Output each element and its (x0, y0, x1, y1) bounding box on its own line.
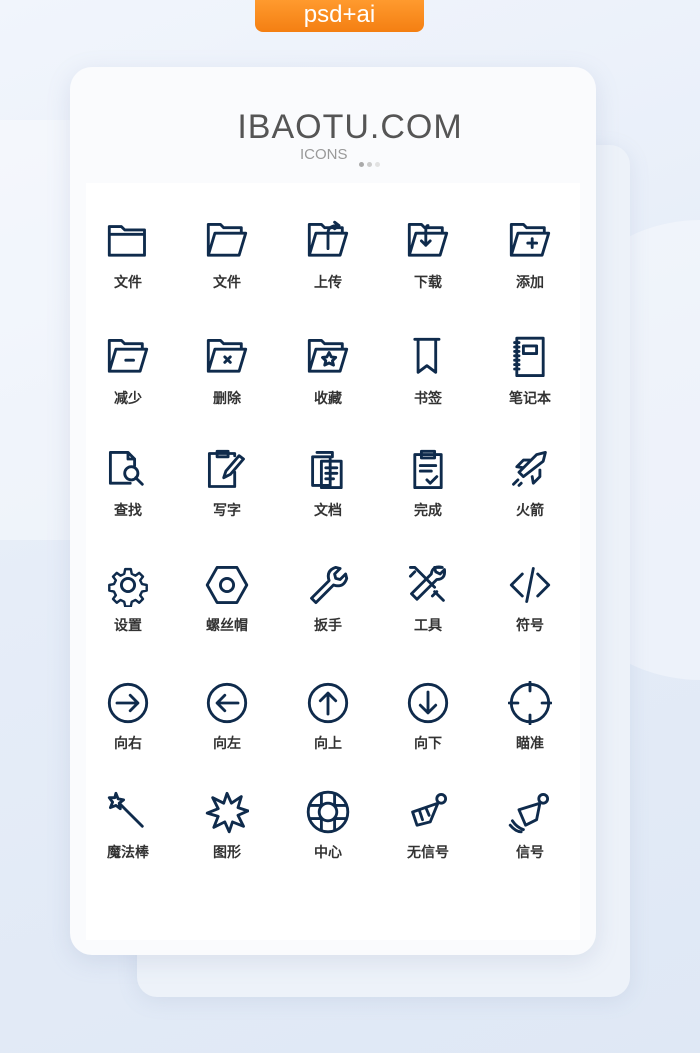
tools-icon (408, 565, 447, 602)
icon-tile[interactable]: 减少 (78, 336, 178, 408)
edit-icon (207, 449, 245, 488)
page-subtitle: ICONS (300, 146, 348, 163)
icon-label: 设置 (114, 618, 142, 634)
icon-tile[interactable]: 信号 (480, 790, 580, 862)
shuttlecock-signal-icon (508, 792, 550, 834)
icon-label: 螺丝帽 (206, 618, 248, 634)
icon-tile[interactable]: 中心 (278, 790, 378, 862)
icon-label: 文档 (314, 503, 342, 519)
hex-nut-icon (205, 565, 249, 605)
folder-icon (107, 225, 146, 257)
clipboard-check-icon (413, 449, 443, 490)
page-title: IBAOTU.COM (237, 108, 463, 146)
icon-tile[interactable]: 扳手 (278, 563, 378, 635)
icon-tile[interactable]: 螺丝帽 (177, 563, 277, 635)
icon-tile[interactable]: 删除 (177, 336, 277, 408)
icon-label: 图形 (213, 845, 241, 861)
icon-label: 符号 (516, 618, 544, 634)
icon-label: 上传 (314, 275, 342, 291)
icon-tile[interactable]: 写字 (177, 448, 277, 520)
arrow-left-circle-icon (206, 682, 248, 724)
crosshair-icon (508, 681, 552, 725)
lifebuoy-icon (306, 790, 350, 834)
icon-label: 工具 (414, 618, 442, 634)
icon-tile[interactable]: 工具 (378, 563, 478, 635)
icon-tile[interactable]: 上传 (278, 220, 378, 292)
folder-open-icon (206, 222, 248, 257)
icon-tile[interactable]: 设置 (78, 563, 178, 635)
arrow-right-circle-icon (107, 682, 149, 724)
icon-tile[interactable]: 向下 (378, 681, 478, 753)
icon-label: 下载 (414, 275, 442, 291)
gear-icon (108, 567, 148, 607)
icon-label: 笔记本 (509, 391, 551, 407)
dots-decoration (359, 152, 383, 171)
icon-label: 文件 (213, 275, 241, 291)
icon-tile[interactable]: 完成 (378, 448, 478, 520)
icon-label: 添加 (516, 275, 544, 291)
burst-shape-icon (205, 791, 249, 834)
folder-upload-icon (307, 220, 349, 257)
folder-minus-icon (107, 338, 149, 373)
documents-icon (311, 450, 343, 490)
icon-tile[interactable]: 向上 (278, 681, 378, 753)
icon-label: 火箭 (516, 503, 544, 519)
folder-download-icon (407, 222, 449, 257)
icon-tile[interactable]: 符号 (480, 563, 580, 635)
icon-tile[interactable]: 火箭 (480, 448, 580, 520)
icon-label: 扳手 (314, 618, 342, 634)
rocket-icon (512, 450, 547, 487)
icon-tile[interactable]: 文档 (278, 448, 378, 520)
format-badge: psd+ai (255, 0, 424, 32)
icon-tile[interactable]: 文件 (177, 220, 277, 292)
icon-label: 删除 (213, 391, 241, 407)
icon-tile[interactable]: 查找 (78, 448, 178, 520)
icon-label: 完成 (414, 503, 442, 519)
file-search-icon (108, 450, 144, 486)
bookmark-icon (413, 337, 441, 374)
icon-tile[interactable]: 无信号 (378, 790, 478, 862)
icon-label: 向右 (114, 736, 142, 752)
icon-tile[interactable]: 向右 (78, 681, 178, 753)
magic-wand-icon (107, 791, 144, 828)
icon-label: 减少 (114, 391, 142, 407)
icon-tile[interactable]: 向左 (177, 681, 277, 753)
icon-label: 查找 (114, 503, 142, 519)
icon-label: 向左 (213, 736, 241, 752)
folder-delete-icon (206, 338, 248, 373)
icon-label: 写字 (213, 503, 241, 519)
icon-tile[interactable]: 下载 (378, 220, 478, 292)
shuttlecock-icon (411, 792, 448, 827)
icon-tile[interactable]: 图形 (177, 790, 277, 862)
code-icon (509, 567, 551, 603)
icon-label: 收藏 (314, 391, 342, 407)
icon-label: 书签 (414, 391, 442, 407)
icon-label: 向下 (414, 736, 442, 752)
folder-add-icon (509, 222, 551, 257)
icon-label: 魔法棒 (107, 845, 149, 861)
icon-label: 瞄准 (516, 736, 544, 752)
icon-label: 信号 (516, 845, 544, 861)
icon-tile[interactable]: 添加 (480, 220, 580, 292)
icon-tile[interactable]: 笔记本 (480, 336, 580, 408)
icon-tile[interactable]: 瞄准 (480, 681, 580, 753)
icon-label: 无信号 (407, 845, 449, 861)
icon-label: 中心 (314, 845, 342, 861)
icon-label: 向上 (314, 736, 342, 752)
icon-tile[interactable]: 收藏 (278, 336, 378, 408)
wrench-icon (310, 565, 349, 605)
icon-tile[interactable]: 文件 (78, 220, 178, 292)
icon-label: 文件 (114, 275, 142, 291)
folder-star-icon (307, 338, 349, 373)
notebook-icon (513, 336, 545, 378)
arrow-up-circle-icon (307, 682, 349, 724)
icon-tile[interactable]: 魔法棒 (78, 790, 178, 862)
arrow-down-circle-icon (407, 682, 449, 724)
icon-tile[interactable]: 书签 (378, 336, 478, 408)
